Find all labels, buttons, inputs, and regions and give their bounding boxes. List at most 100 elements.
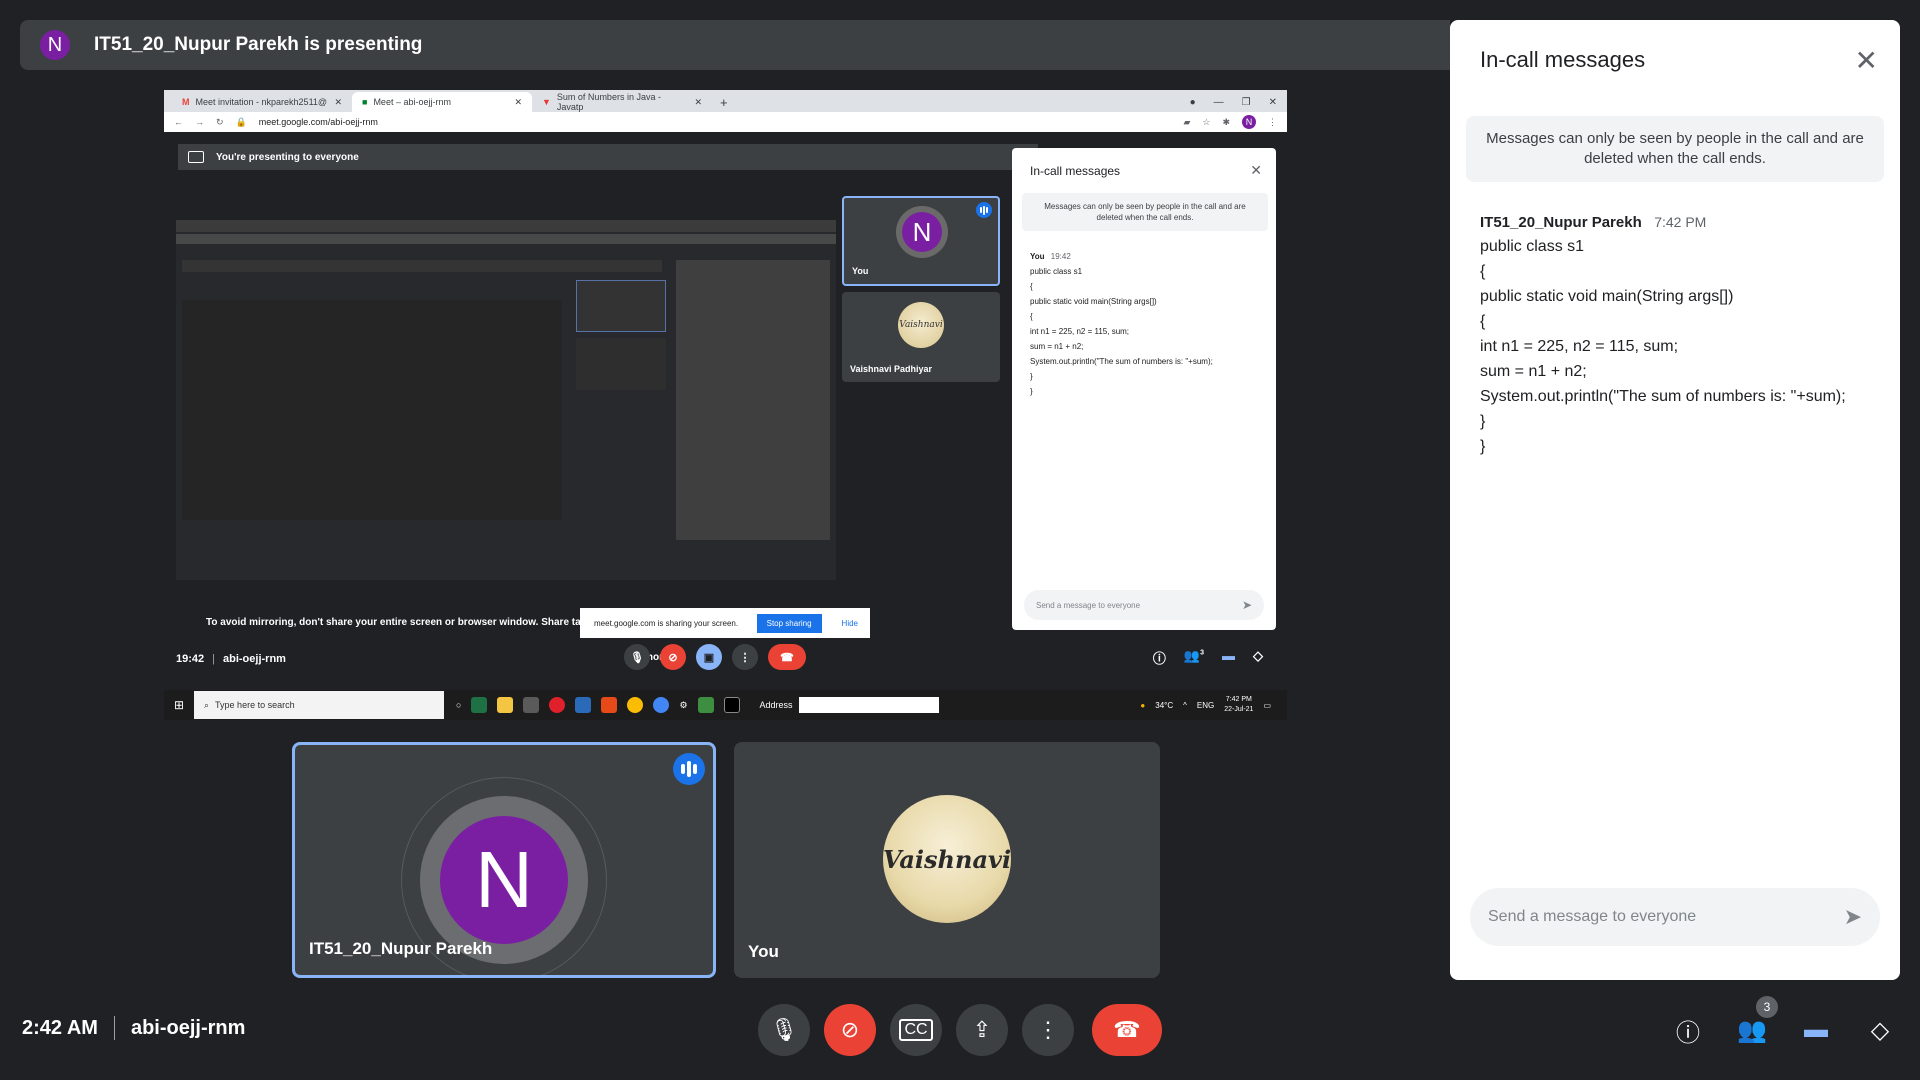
inner-avatar: N: [902, 212, 942, 252]
inner-avatar-ring: N: [896, 206, 948, 258]
chrome-icon: [653, 697, 670, 713]
gmail-icon: M: [182, 97, 190, 107]
message-line: public static void main(String args[]): [1480, 288, 1734, 305]
opera-icon: [549, 697, 566, 713]
inner-message-line: }: [1030, 372, 1033, 381]
browser-tab: M Meet invitation - nkparekh2511@ ✕: [172, 92, 352, 112]
end-call-button[interactable]: ☎: [1092, 1004, 1162, 1056]
chat-privacy-note: Messages can only be seen by people in t…: [1466, 116, 1884, 182]
send-icon: ➤: [1241, 598, 1252, 612]
more-vert-icon: ⋮: [1037, 1017, 1059, 1042]
inner-banner-text: You're presenting to everyone: [216, 151, 359, 163]
people-count-badge: 3: [1756, 996, 1778, 1018]
microphone-button[interactable]: 🎙: [758, 1004, 810, 1056]
meeting-code: abi-oejj-rnm: [130, 1016, 246, 1039]
participant-tile-nupur[interactable]: N IT51_20_Nupur Parekh: [292, 742, 716, 978]
mic-icon: 🎙: [770, 1017, 798, 1042]
present-button[interactable]: ⇪: [956, 1004, 1008, 1056]
activities-button[interactable]: ◇: [1862, 1012, 1898, 1048]
camera-button[interactable]: ⊘: [824, 1004, 876, 1056]
mirror-chat: [676, 260, 830, 540]
people-button[interactable]: 👥 3: [1734, 996, 1778, 1048]
captions-button[interactable]: CC: [890, 1004, 942, 1056]
windows-start-icon: ⊞: [173, 698, 185, 712]
taskbar-apps: ○ ⚙: [456, 697, 740, 713]
notification-icon: ▭: [1263, 700, 1271, 710]
divider: [113, 1016, 115, 1040]
inner-chat-panel: In-call messages ✕ Messages can only be …: [1012, 148, 1276, 630]
lock-icon: 🔒: [235, 116, 247, 127]
inner-message-line: {: [1030, 282, 1033, 291]
browser-toolbar-right: ▰ ☆ ✱ N ⋮: [1183, 115, 1287, 129]
present-screen-icon: [188, 151, 204, 163]
chat-input[interactable]: Send a message to everyone ➤: [1470, 888, 1880, 946]
vaishnavi-logo: Vaishnavi: [898, 302, 944, 348]
inner-message-line: System.out.println("The sum of numbers i…: [1030, 357, 1213, 366]
inner-tile-you: N You: [842, 196, 1000, 286]
settings-icon: ⚙: [679, 699, 688, 710]
meeting-details: 2:42 AM abi-oejj-rnm: [22, 1016, 245, 1040]
send-icon[interactable]: ➤: [1844, 904, 1862, 930]
mirror-url: [176, 234, 836, 244]
message-sender: IT51_20_Nupur Parekh: [1480, 214, 1642, 231]
mic-icon: 🎙: [624, 644, 650, 670]
presenting-banner: N IT51_20_Nupur Parekh is presenting: [20, 20, 1450, 70]
divider: |: [212, 653, 215, 665]
taskbar-clock: 7:42 PM 22-Jul-21: [1224, 695, 1253, 715]
browser-tab-label: Meet invitation - nkparekh2511@: [195, 97, 328, 107]
camera-off-icon: ⊘: [840, 1017, 860, 1042]
window-controls: ● — ❐ ✕: [1190, 92, 1287, 112]
inner-message-line: {: [1030, 312, 1033, 321]
speaking-icon: [976, 202, 992, 218]
captions-icon: CC: [899, 1019, 933, 1041]
participant-tile-you[interactable]: Vaishnavi You: [734, 742, 1160, 978]
end-call-icon: ☎: [1113, 1017, 1141, 1042]
activities-icon: ◇: [1253, 648, 1263, 663]
activities-icon: ◇: [1870, 1016, 1890, 1044]
app-icon: [697, 697, 714, 713]
browser-tab: ■ Meet – abi-oejj-rnm ✕: [352, 92, 532, 112]
participant-name: You: [748, 942, 779, 961]
mirror-tile: [576, 280, 666, 332]
inner-right-controls: ⓘ 👥3 ▬ ◇: [1153, 648, 1263, 667]
mirror-grid: [182, 300, 562, 520]
inner-message-line: public class s1: [1030, 267, 1083, 276]
info-button[interactable]: ⓘ: [1670, 1012, 1706, 1048]
info-icon: ⓘ: [1152, 651, 1166, 666]
inner-tile-vaishnavi: Vaishnavi Vaishnavi Padhiyar: [842, 292, 1000, 382]
chat-panel: In-call messages ✕ Messages can only be …: [1450, 20, 1900, 980]
present-icon: ▣: [696, 644, 722, 670]
url-text: meet.google.com/abi-oejj-rnm: [258, 117, 378, 127]
inner-chat-note: Messages can only be seen by people in t…: [1022, 193, 1268, 231]
message-line: public class s1: [1480, 238, 1585, 255]
participant-name: IT51_20_Nupur Parekh: [309, 939, 493, 958]
more-options-button[interactable]: ⋮: [1022, 1004, 1074, 1056]
message-time: 7:42 PM: [1654, 214, 1707, 230]
shared-screen: M Meet invitation - nkparekh2511@ ✕ ■ Me…: [164, 90, 1287, 720]
sharing-popup: meet.google.com is sharing your screen. …: [580, 608, 870, 638]
message-body: public class s1 { public static void mai…: [1480, 234, 1900, 459]
end-call-icon: ☎: [768, 644, 806, 670]
maximize-icon: ❐: [1241, 96, 1251, 108]
search-icon: ⌕: [204, 699, 210, 710]
reload-icon: ↻: [216, 116, 224, 127]
browser-address-bar: ← → ↻ 🔒 meet.google.com/abi-oejj-rnm ▰ ☆…: [164, 112, 1287, 132]
people-icon: 👥: [1737, 1016, 1767, 1044]
close-icon[interactable]: ✕: [1855, 44, 1878, 77]
inner-message-line: sum = n1 + n2;: [1030, 342, 1084, 351]
inner-tile-name: Vaishnavi Padhiyar: [850, 364, 933, 374]
message-line: {: [1480, 263, 1486, 280]
clock-time: 2:42 AM: [22, 1016, 98, 1039]
inner-message-line: }: [1030, 387, 1033, 396]
mirror-banner: [182, 260, 662, 272]
close-icon: ✕: [1250, 162, 1262, 178]
windows-taskbar: ⊞ ⌕ Type here to search ○ ⚙ Address ● 34…: [164, 690, 1287, 720]
chat-icon: ▬: [1222, 648, 1235, 663]
chat-button[interactable]: ▬: [1798, 1012, 1834, 1048]
inner-presenting-banner: You're presenting to everyone: [178, 144, 1038, 170]
presenter-avatar: N: [40, 30, 70, 60]
inner-message-sender: You: [1030, 252, 1045, 261]
forward-icon: →: [195, 117, 204, 127]
shared-meet-window: You're presenting to everyone N You Vais…: [164, 132, 1287, 680]
close-icon: ✕: [1268, 96, 1277, 108]
